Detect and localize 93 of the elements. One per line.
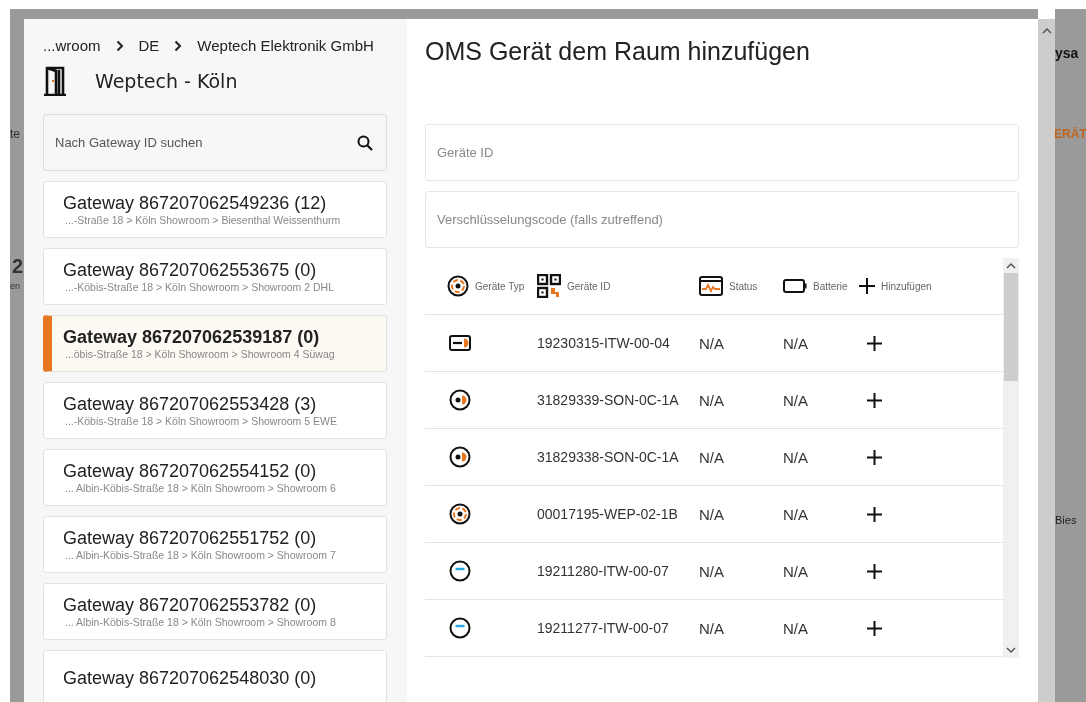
table-cell-text: 19230315-ITW-00-04: [537, 335, 671, 351]
gateway-path: ...-Köbis-Straße 18 > Köln Showroom > Showroom 5 EWE: [64, 415, 338, 427]
column-header: Status: [729, 280, 758, 292]
table-cell-text: N/A: [699, 391, 725, 409]
table-cell-text: N/A: [783, 619, 809, 637]
input-field[interactable]: Geräte ID: [425, 124, 1019, 181]
gateway-card[interactable]: Gateway 867207062553782 (0) ... Albin-Köbis-Straße 18 > Köln Showroom > Showroom 8: [43, 583, 387, 640]
add-button[interactable]: [867, 506, 882, 522]
dialog-title: OMS Gerät dem Raum hinzufügen: [425, 37, 811, 67]
gateway-card[interactable]: Gateway 867207062553428 (3) ...-Köbis-Straße 18 > Köln Showroom > Showroom 5 EWE: [43, 382, 387, 439]
gateway-card[interactable]: Gateway 867207062539187 (0) ...öbis-Straße 18 > Köln Showroom > Showroom 4 Süwag: [43, 315, 387, 372]
breadcrumb-link[interactable]: DE: [138, 37, 160, 54]
breadcrumb-link[interactable]: Weptech Elektronik GmbH: [197, 37, 374, 54]
background-text: Bies: [1055, 514, 1077, 526]
gateway-card[interactable]: Gateway 867207062549236 (12) ...-Straße 18 > Köln Showroom > Biesenthal Weissenthurm: [43, 181, 387, 238]
table-cell-text: N/A: [783, 505, 809, 523]
door-icon: [43, 66, 67, 96]
gateway-name: Gateway 867207062539187 (0): [63, 327, 321, 348]
search-field[interactable]: Nach Gateway ID suchen: [43, 114, 387, 171]
background-text: te: [10, 127, 20, 141]
gateway-card[interactable]: Gateway 867207062551752 (0) ... Albin-Köbis-Straße 18 > Köln Showroom > Showroom 7: [43, 516, 387, 573]
gateway-path: ...-Köbis-Straße 18 > Köln Showroom > Showroom 2 DHL: [64, 281, 336, 293]
table-cell-text: 00017195-WEP-02-1B: [537, 506, 679, 522]
plus-icon: [867, 449, 882, 465]
table-cell-text: 19211280-ITW-00-07: [537, 563, 670, 579]
column-header: Geräte Typ: [475, 280, 525, 292]
scrollbar[interactable]: [1003, 258, 1019, 658]
scroll-up-icon[interactable]: [1041, 27, 1052, 35]
table-cell-text: 31829339-SON-0C-1A: [537, 392, 680, 408]
add-button[interactable]: [867, 335, 882, 351]
gateway-name: Gateway 867207062554152 (0): [63, 461, 318, 482]
battery-icon: [783, 279, 807, 293]
chevron-icon: [115, 39, 124, 52]
gateway-name: Gateway 867207062548030 (0): [63, 668, 318, 689]
room-title: Weptech - Köln: [95, 70, 238, 92]
table-cell-text: N/A: [783, 391, 809, 409]
sensor-dot-icon: [449, 389, 471, 411]
add-button[interactable]: [867, 563, 882, 579]
gateway-path: ... Albin-Köbis-Straße 18 > Köln Showroom > Showroom 7: [64, 549, 337, 561]
meter-dash-icon: [449, 560, 471, 582]
plus-icon: [867, 620, 882, 636]
gateway-path: ...öbis-Straße 18 > Köln Showroom > Showroom 4 Süwag: [64, 348, 336, 360]
column-header: Geräte ID: [567, 280, 611, 292]
add-button[interactable]: [867, 392, 882, 408]
gateway-path: ... Albin-Köbis-Straße 18 > Köln Showroom > Showroom 8: [64, 616, 337, 628]
breadcrumb-link[interactable]: ...wroom: [43, 37, 101, 54]
column-header: Batterie: [813, 280, 848, 292]
monitor-icon: [699, 276, 723, 296]
scroll-down-icon[interactable]: [1006, 646, 1016, 654]
chevron-icon: [174, 39, 183, 52]
add-button[interactable]: [867, 449, 882, 465]
target-icon: [447, 275, 469, 297]
add-button[interactable]: [867, 620, 882, 636]
background-text: en: [10, 281, 20, 291]
gateway-card[interactable]: Gateway 867207062554152 (0) ... Albin-Köbis-Straße 18 > Köln Showroom > Showroom 6: [43, 449, 387, 506]
table-cell-text: N/A: [699, 448, 725, 466]
scroll-thumb[interactable]: [1004, 273, 1018, 381]
gateway-card[interactable]: Gateway 867207062553675 (0) ...-Köbis-Straße 18 > Köln Showroom > Showroom 2 DHL: [43, 248, 387, 305]
table-cell-text: N/A: [699, 334, 725, 352]
table-cell-text: N/A: [699, 562, 725, 580]
table-cell-text: 31829338-SON-0C-1A: [537, 449, 680, 465]
plus-icon: [867, 392, 882, 408]
scrollbar[interactable]: [1038, 9, 1055, 702]
table-cell-text: N/A: [783, 334, 809, 352]
table-cell-text: 19211277-ITW-00-07: [537, 620, 670, 636]
table-cell-text: N/A: [699, 619, 725, 637]
plus-icon: [867, 563, 882, 579]
gateway-path: ...-Straße 18 > Köln Showroom > Biesenthal Weissenthurm: [64, 214, 342, 226]
target-icon: [449, 503, 471, 525]
scroll-up-icon[interactable]: [1006, 262, 1016, 270]
table-cell-text: N/A: [783, 448, 809, 466]
gateway-name: Gateway 867207062553428 (3): [63, 394, 318, 415]
meter-dash-icon: [449, 617, 471, 639]
background-text: ysa: [1055, 45, 1079, 61]
input-field[interactable]: Verschlüsselungscode (falls zutreffend): [425, 191, 1019, 248]
column-header: Hinzufügen: [881, 280, 932, 292]
plus-icon: [867, 335, 882, 351]
gateway-name: Gateway 867207062549236 (12): [63, 193, 328, 214]
search-icon[interactable]: [357, 135, 373, 151]
qr-code-icon: [537, 274, 561, 298]
gateway-card[interactable]: Gateway 867207062548030 (0): [43, 650, 387, 702]
gateway-name: Gateway 867207062553782 (0): [63, 595, 318, 616]
table-cell-text: N/A: [783, 562, 809, 580]
background-text: 2: [12, 255, 24, 278]
sensor-box-icon: [449, 335, 471, 351]
sensor-dot-icon: [449, 446, 471, 468]
gateway-name: Gateway 867207062553675 (0): [63, 260, 318, 281]
table-cell-text: N/A: [699, 505, 725, 523]
plus-icon: [867, 506, 882, 522]
gateway-path: ... Albin-Köbis-Straße 18 > Köln Showroom > Showroom 6: [64, 482, 337, 494]
background-text: ERÄT: [1055, 127, 1086, 141]
gateway-name: Gateway 867207062551752 (0): [63, 528, 318, 549]
plus-icon: [859, 278, 875, 294]
